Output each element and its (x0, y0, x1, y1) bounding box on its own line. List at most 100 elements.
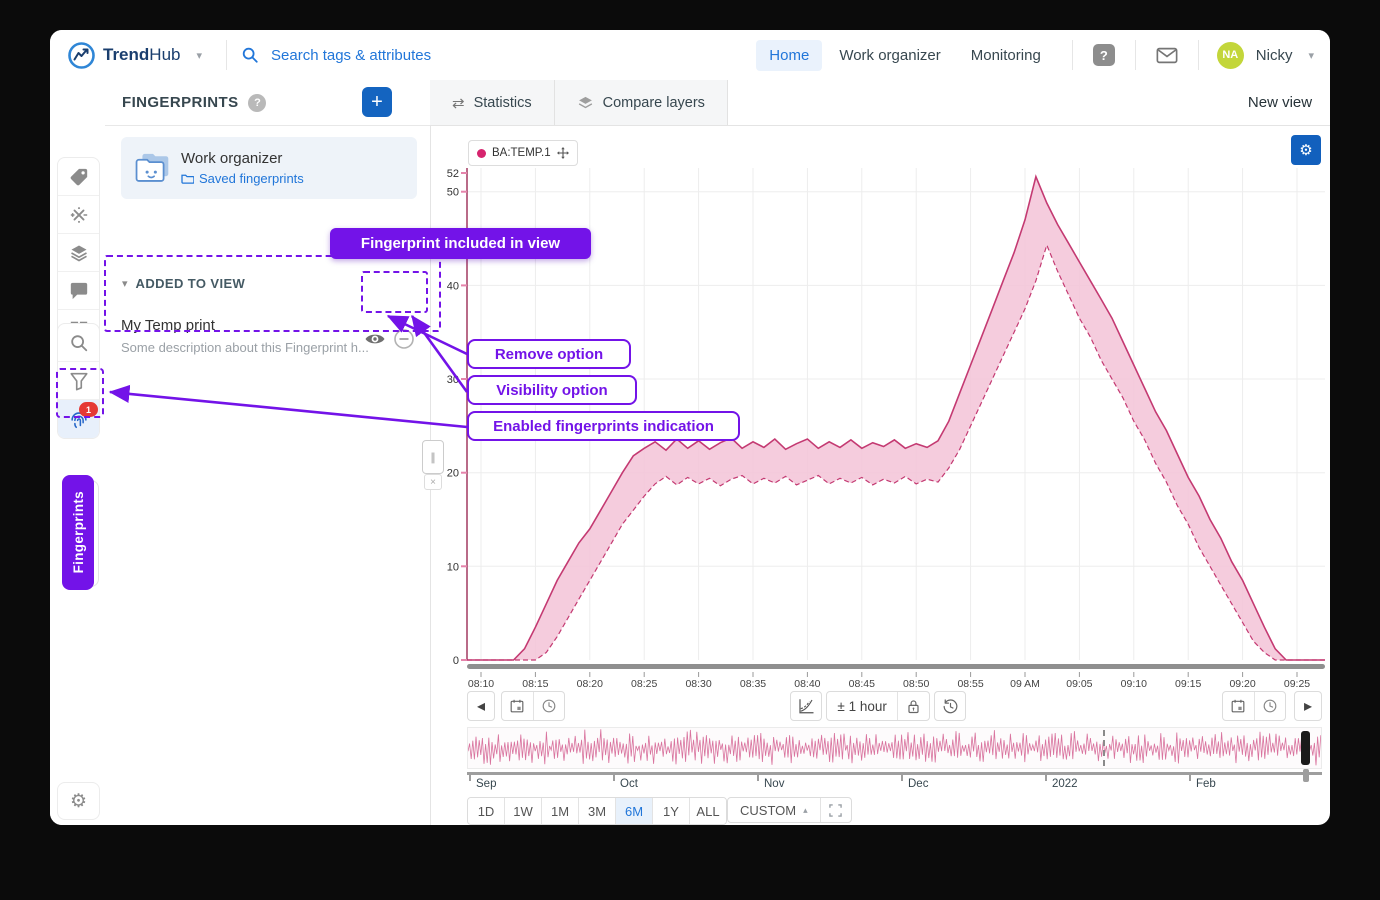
pan-right-button[interactable]: ▸ (1294, 691, 1322, 721)
svg-text:08:45: 08:45 (849, 678, 875, 690)
remove-from-view-button[interactable] (392, 327, 416, 351)
search-input[interactable] (269, 46, 693, 65)
context-handle-pin[interactable] (1303, 769, 1309, 782)
search-panel-button[interactable] (58, 324, 99, 362)
fingerprints-tab[interactable]: Fingerprints (62, 475, 94, 590)
fingerprints-panel-button[interactable]: 1 (58, 400, 99, 438)
compare-mode-button[interactable] (790, 691, 822, 721)
svg-text:09 AM: 09 AM (1010, 678, 1040, 690)
comments-panel-button[interactable] (58, 272, 99, 310)
global-search (241, 46, 756, 65)
callout-fingerprint-included: Fingerprint included in view (330, 228, 591, 259)
custom-chevron-up-icon: ▴ (803, 805, 808, 816)
y-axis-close-button[interactable]: × (424, 474, 442, 490)
search-panel-icon (69, 333, 89, 353)
formulas-panel-button[interactable] (58, 196, 99, 234)
user-avatar[interactable]: NA (1217, 42, 1244, 69)
context-range-handle[interactable] (1301, 731, 1310, 765)
help-button[interactable]: ? (1091, 42, 1117, 68)
envelope-icon (1156, 47, 1178, 64)
add-fingerprint-button[interactable]: + (362, 87, 392, 117)
end-time-button[interactable] (1255, 692, 1285, 720)
range-button-all[interactable]: ALL (690, 798, 726, 824)
end-date-button[interactable] (1223, 692, 1255, 720)
left-arrow-icon: ◂ (477, 696, 485, 716)
custom-range-button[interactable]: CUSTOM ▴ (728, 798, 821, 822)
tag-chip[interactable]: BA:TEMP.1 (468, 140, 578, 166)
range-button-1y[interactable]: 1Y (653, 798, 690, 824)
stage: TrendHub ▾ Home Work organizer Monitorin… (0, 0, 1380, 900)
history-clock-icon (942, 698, 959, 715)
work-organizer-title: Work organizer (181, 150, 304, 167)
start-time-button[interactable] (534, 692, 564, 720)
nav-tab-monitoring[interactable]: Monitoring (958, 40, 1054, 71)
time-offset-button[interactable]: ± 1 hour (827, 692, 898, 720)
filter-panel-button[interactable] (58, 362, 99, 400)
svg-text:08:30: 08:30 (685, 678, 711, 690)
svg-text:09:05: 09:05 (1066, 678, 1092, 690)
work-organizer-card[interactable]: Work organizer Saved fingerprints (121, 137, 417, 199)
context-waveform (468, 728, 1321, 768)
chart-settings-button[interactable]: ⚙ (1291, 135, 1321, 165)
svg-text:08:35: 08:35 (740, 678, 766, 690)
context-overview-strip[interactable] (467, 727, 1322, 769)
gear-icon: ⚙ (1299, 141, 1312, 159)
messages-button[interactable] (1154, 42, 1180, 68)
folder-icon (181, 173, 194, 184)
added-to-view-section[interactable]: ▾ ADDED TO VIEW (122, 276, 245, 291)
svg-text:08:10: 08:10 (468, 678, 494, 690)
tag-icon (69, 167, 89, 187)
panel-help-icon[interactable]: ? (248, 94, 266, 112)
svg-text:50: 50 (447, 187, 459, 199)
svg-text:09:20: 09:20 (1229, 678, 1255, 690)
context-marker-line (1103, 730, 1105, 766)
brand-chevron-down-icon[interactable]: ▾ (196, 49, 202, 62)
statistics-tab[interactable]: ⇄ Statistics (430, 80, 555, 125)
expand-icon (829, 804, 842, 817)
fingerprint-count-badge: 1 (79, 402, 98, 417)
history-button[interactable] (934, 691, 966, 721)
range-button-1w[interactable]: 1W (505, 798, 542, 824)
user-menu-chevron-down-icon[interactable]: ▾ (1308, 49, 1314, 62)
range-button-1d[interactable]: 1D (468, 798, 505, 824)
move-icon[interactable] (557, 147, 569, 159)
lock-scales-button[interactable] (898, 692, 929, 720)
clock-icon (541, 698, 557, 714)
brand-name: TrendHub (103, 45, 180, 65)
range-button-1m[interactable]: 1M (542, 798, 579, 824)
compare-layers-tab[interactable]: Compare layers (555, 80, 727, 125)
formulas-icon (69, 205, 89, 225)
y-axis-drag-handle[interactable]: ∥ (422, 440, 444, 474)
svg-text:09:25: 09:25 (1284, 678, 1310, 690)
app-window: TrendHub ▾ Home Work organizer Monitorin… (50, 30, 1330, 825)
visibility-toggle-button[interactable] (363, 327, 387, 351)
callout-enabled-indication: Enabled fingerprints indication (467, 411, 740, 441)
view-toolbar-tabs: ⇄ Statistics Compare layers (430, 80, 728, 125)
divider (1198, 40, 1199, 70)
brand-logo[interactable]: TrendHub ▾ (50, 42, 202, 69)
settings-button[interactable]: ⚙ (58, 783, 99, 819)
timeline-tick (901, 775, 903, 781)
range-button-6m[interactable]: 6M (616, 798, 653, 824)
timeline-month-label: 2022 (1052, 778, 1078, 790)
panel-title: FINGERPRINTS (122, 94, 238, 111)
svg-text:08:25: 08:25 (631, 678, 657, 690)
nav-tab-home[interactable]: Home (756, 40, 822, 71)
trend-overlay-icon (797, 697, 815, 715)
fingerprint-list-item[interactable]: My Temp print Some description about thi… (105, 305, 430, 377)
right-arrow-icon: ▸ (1304, 696, 1312, 716)
pan-left-button[interactable]: ◂ (467, 691, 495, 721)
fit-view-button[interactable] (821, 798, 851, 822)
calendar-icon (509, 698, 525, 714)
tags-panel-button[interactable] (58, 158, 99, 196)
svg-text:20: 20 (447, 468, 459, 480)
timeline-month-label: Nov (764, 778, 784, 790)
timeline-month-label: Oct (620, 778, 638, 790)
svg-text:08:55: 08:55 (957, 678, 983, 690)
nav-tab-work-organizer[interactable]: Work organizer (826, 40, 953, 71)
range-button-3m[interactable]: 3M (579, 798, 616, 824)
timeline-axis (467, 772, 1322, 775)
start-date-button[interactable] (502, 692, 534, 720)
layers-panel-button[interactable] (58, 234, 99, 272)
saved-fingerprints-link[interactable]: Saved fingerprints (181, 171, 304, 186)
